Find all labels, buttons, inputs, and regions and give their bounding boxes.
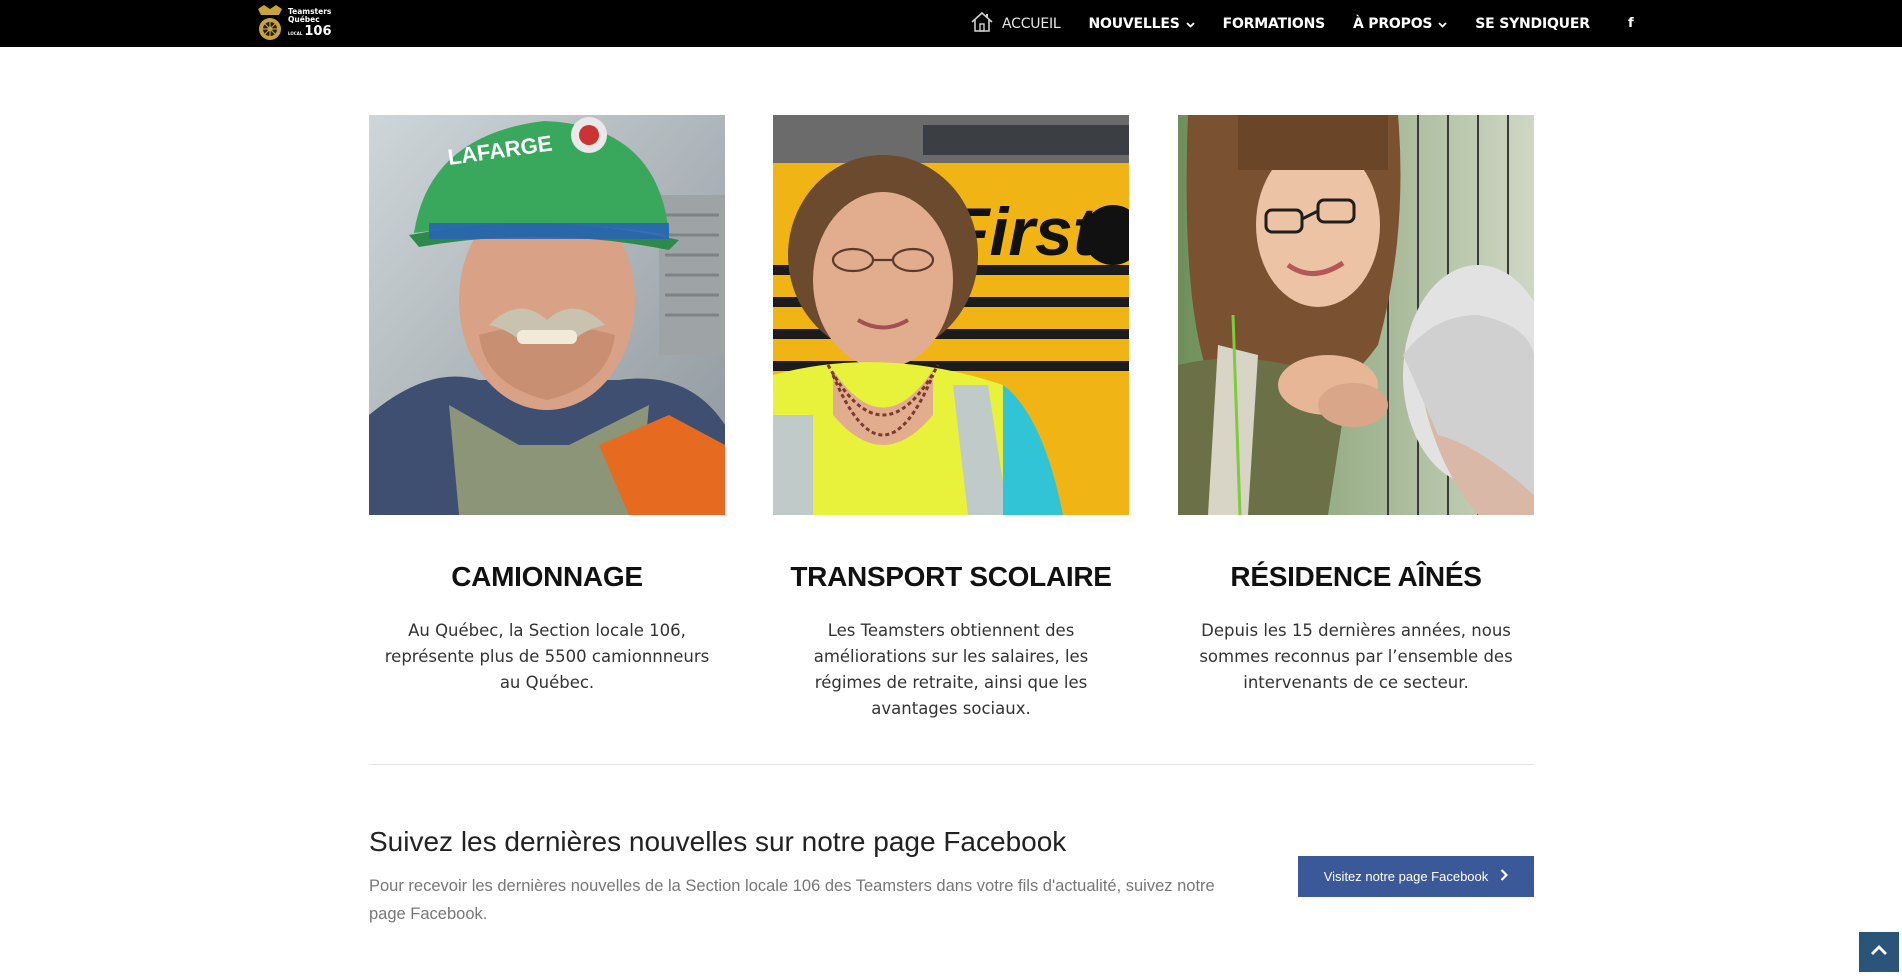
chevron-right-icon <box>1500 869 1509 884</box>
facebook-section-description: Pour recevoir les dernières nouvelles de… <box>369 877 1215 923</box>
card-camionnage: LAFARGE CAMIONNAGE Au Québec, la Section… <box>369 115 725 696</box>
visit-facebook-button-label: Visitez notre page Facebook <box>1323 869 1489 884</box>
nav-item-label: ACCUEIL <box>1002 15 1061 32</box>
card-text: Les Teamsters obtiennent des amélioratio… <box>813 621 1089 718</box>
card-title: RÉSIDENCE AÎNÉS <box>1230 561 1482 592</box>
section-divider <box>369 764 1534 765</box>
main-nav: ACCUEIL NOUVELLES FORMATIONS À PROPOS SE… <box>970 0 1618 47</box>
nav-item-accueil[interactable]: ACCUEIL <box>970 11 1061 37</box>
nav-item-a-propos[interactable]: À PROPOS <box>1353 16 1447 32</box>
nav-item-formations[interactable]: FORMATIONS <box>1222 15 1326 32</box>
back-to-top-button[interactable] <box>1859 932 1899 972</box>
truck-driver-photo: LAFARGE <box>369 115 725 515</box>
facebook-nav-link[interactable]: f <box>1628 0 1634 47</box>
nav-item-label: FORMATIONS <box>1222 15 1326 32</box>
card-title: CAMIONNAGE <box>451 561 643 592</box>
visit-facebook-button[interactable]: Visitez notre page Facebook <box>1298 856 1534 897</box>
nav-item-nouvelles[interactable]: NOUVELLES <box>1089 16 1195 32</box>
card-text: Au Québec, la Section locale 106, représ… <box>384 621 710 692</box>
home-icon <box>970 11 994 37</box>
teamsters-emblem-icon <box>256 3 284 43</box>
nav-item-label: À PROPOS <box>1352 15 1433 32</box>
bus-driver-photo: First <box>773 115 1129 515</box>
card-title: TRANSPORT SCOLAIRE <box>790 561 1112 592</box>
nav-item-se-syndiquer[interactable]: SE SYNDIQUER <box>1475 16 1590 32</box>
chevron-down-icon <box>1185 16 1195 32</box>
top-navigation-bar: Teamsters Québec LOCAL 106 ACCUEIL NOUVEL… <box>0 0 1902 47</box>
card-transport-scolaire: First TRANSPORT SCOLAIRE Les Teamsters o… <box>773 115 1129 722</box>
caregiver-photo <box>1178 115 1534 515</box>
nav-item-label: NOUVELLES <box>1088 15 1180 32</box>
facebook-icon: f <box>1628 16 1634 31</box>
logo-local-number: 106 <box>304 24 332 39</box>
facebook-section-title: Suivez les dernières nouvelles sur notre… <box>369 826 1067 857</box>
logo-line2: Québec <box>288 14 320 24</box>
chevron-down-icon <box>1438 16 1447 32</box>
teamsters-logo[interactable]: Teamsters Québec LOCAL 106 <box>256 2 332 44</box>
logo-local-label: LOCAL <box>288 31 303 36</box>
chevron-up-icon <box>1870 943 1888 961</box>
card-text: Depuis les 15 dernières années, nous som… <box>1199 621 1513 692</box>
card-residence-aines: RÉSIDENCE AÎNÉS Depuis les 15 dernières … <box>1178 115 1534 696</box>
nav-item-label: SE SYNDIQUER <box>1475 15 1590 32</box>
